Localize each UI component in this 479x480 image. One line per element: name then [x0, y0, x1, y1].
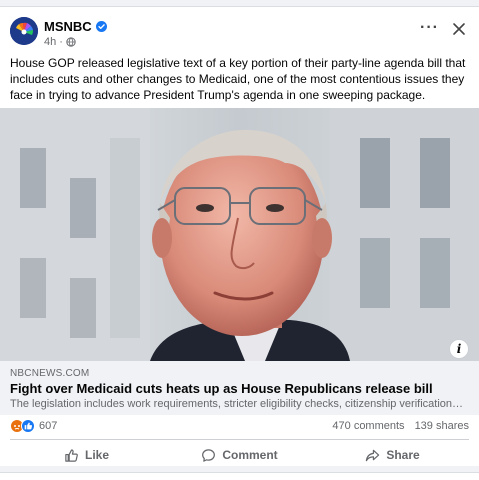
info-button[interactable]: i — [449, 339, 469, 359]
shares-count[interactable]: 139 shares — [415, 420, 469, 432]
meta-separator: · — [59, 36, 63, 48]
post-actions: Like Comment Share — [10, 443, 469, 467]
link-title[interactable]: Fight over Medicaid cuts heats up as Hou… — [10, 381, 433, 396]
post-card: MSNBC 4h · ··· House GOP released legisl… — [0, 6, 479, 466]
close-icon[interactable] — [451, 21, 467, 37]
globe-icon — [66, 37, 76, 47]
link-preview-image[interactable]: i — [0, 108, 479, 361]
man-portrait-image — [0, 108, 479, 361]
verified-badge-icon — [95, 21, 107, 32]
page-name-row: MSNBC — [44, 19, 107, 34]
share-label: Share — [386, 448, 420, 462]
link-preview[interactable]: NBCNEWS.COM Fight over Medicaid cuts hea… — [0, 361, 479, 415]
more-horizontal-icon: ··· — [420, 19, 439, 36]
link-source: NBCNEWS.COM — [10, 368, 90, 379]
comment-share-stats: 470 comments 139 shares — [332, 420, 469, 432]
comment-label: Comment — [222, 448, 278, 462]
next-post-card — [0, 472, 479, 480]
page-name[interactable]: MSNBC — [44, 19, 92, 34]
page-avatar[interactable] — [10, 17, 38, 45]
share-button[interactable]: Share — [316, 443, 469, 467]
reactions-summary[interactable]: 607 — [10, 419, 57, 433]
thumbs-up-icon — [65, 448, 78, 462]
post-timestamp[interactable]: 4h — [44, 36, 56, 48]
msnbc-logo-icon — [10, 17, 38, 45]
like-reaction-icon — [21, 419, 35, 433]
share-icon — [366, 449, 380, 461]
like-label: Like — [84, 448, 109, 462]
post-text: House GOP released legislative text of a… — [10, 56, 466, 102]
like-button[interactable]: Like — [10, 443, 163, 467]
reaction-count: 607 — [39, 420, 58, 432]
comments-count[interactable]: 470 comments — [332, 420, 404, 432]
info-icon: i — [456, 342, 462, 356]
link-description: The legislation includes work requiremen… — [10, 398, 465, 410]
post-header: MSNBC 4h · ··· — [10, 17, 469, 57]
more-options-button[interactable]: ··· — [420, 20, 439, 36]
action-divider — [10, 439, 469, 440]
post-meta: 4h · — [44, 36, 76, 48]
engagement-stats: 607 470 comments 139 shares — [10, 419, 469, 437]
comment-icon — [202, 448, 216, 462]
comment-button[interactable]: Comment — [163, 443, 316, 467]
